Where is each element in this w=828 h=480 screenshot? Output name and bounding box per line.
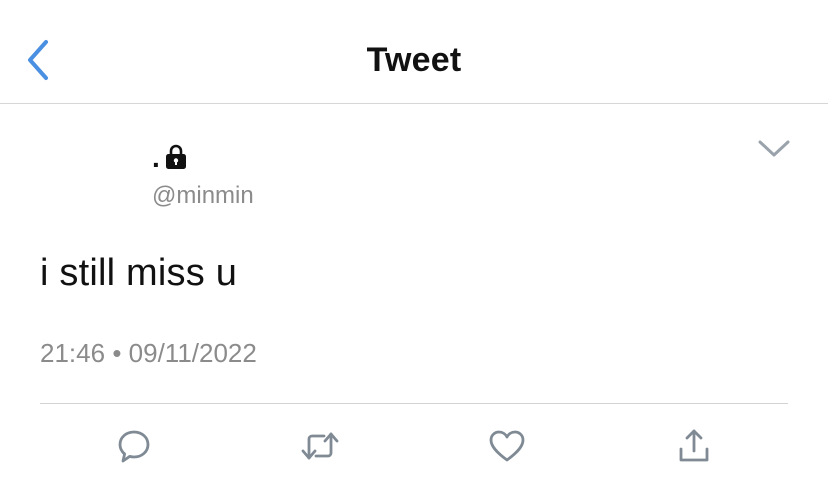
tweet-date: 09/11/2022	[128, 338, 257, 368]
tweet-options-button[interactable]	[752, 134, 796, 164]
tweet-text: i still miss u	[40, 252, 238, 294]
chevron-down-icon	[758, 140, 790, 157]
divider	[40, 403, 788, 404]
retweet-button[interactable]	[296, 424, 344, 468]
navigation-header: Tweet	[0, 0, 828, 104]
heart-icon	[489, 430, 525, 462]
retweet-icon	[301, 432, 339, 460]
timestamp-separator: •	[112, 338, 122, 368]
tweet-time: 21:46	[40, 338, 106, 368]
author-handle[interactable]: @minmin	[152, 182, 254, 210]
reply-button[interactable]	[110, 424, 158, 468]
share-button[interactable]	[670, 424, 718, 468]
author-row[interactable]: .	[152, 142, 188, 172]
page-title: Tweet	[366, 41, 462, 79]
share-icon	[679, 429, 709, 462]
lock-icon	[165, 144, 186, 169]
tweet-timestamp: 21:46 • 09/11/2022	[40, 338, 257, 369]
reply-icon	[118, 430, 150, 463]
tweet-detail-screen: Tweet . @minmin i still miss u 21:46 • 0…	[0, 0, 828, 480]
like-button[interactable]	[483, 424, 531, 468]
author-name[interactable]: .	[152, 144, 160, 172]
